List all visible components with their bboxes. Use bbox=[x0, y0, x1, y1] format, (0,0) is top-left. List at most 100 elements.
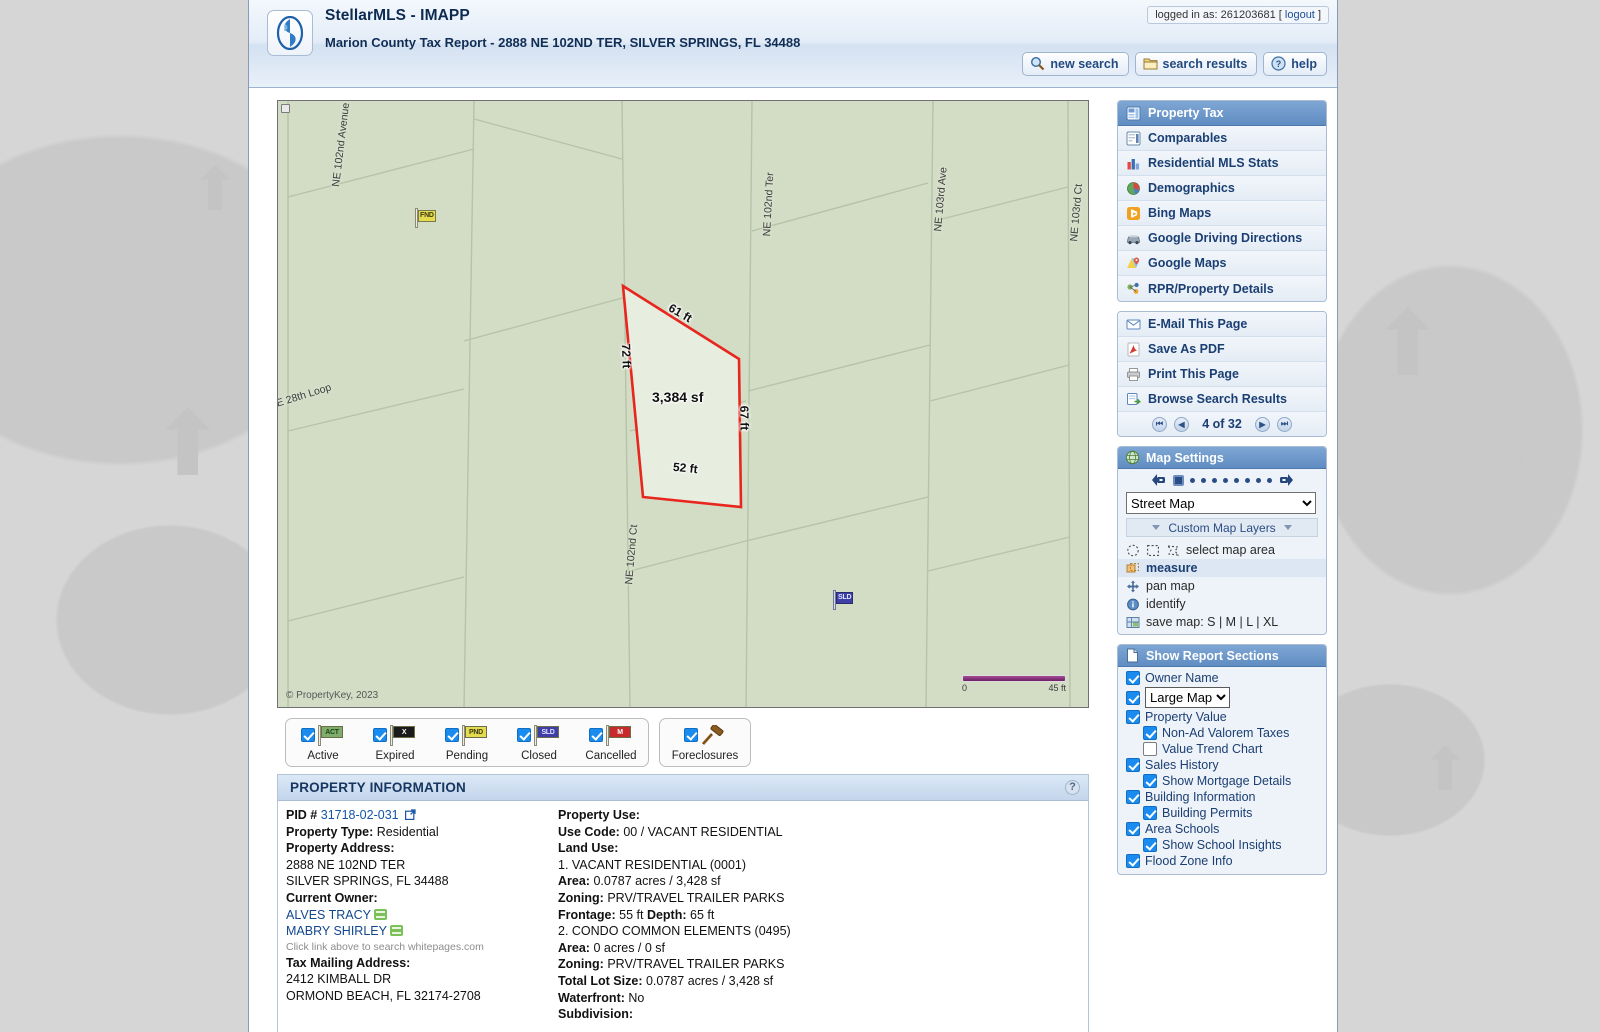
sidebar-item-demographics[interactable]: Demographics bbox=[1118, 176, 1326, 201]
foreclosures-checkbox[interactable] bbox=[684, 728, 698, 742]
pager-first-button[interactable]: ⏮ bbox=[1152, 417, 1167, 432]
building-permits-checkbox[interactable] bbox=[1143, 806, 1157, 820]
waterfront-line: Waterfront: No bbox=[558, 990, 1088, 1007]
email-this-page-item[interactable]: E-Mail This Page bbox=[1118, 312, 1326, 337]
section-toggle-show-school-insights[interactable]: Show School Insights bbox=[1118, 837, 1326, 853]
legend-item-closed[interactable]: SLD Closed bbox=[511, 725, 567, 762]
non-ad-valorem-taxes-checkbox[interactable] bbox=[1143, 726, 1157, 740]
section-toggle-owner-name[interactable]: Owner Name bbox=[1118, 670, 1326, 686]
flood-zone-info-checkbox[interactable] bbox=[1126, 854, 1140, 868]
zoning-value-1: PRV/TRAVEL TRAILER PARKS bbox=[607, 891, 784, 905]
owner-2-name[interactable]: MABRY SHIRLEY bbox=[286, 924, 387, 938]
active-checkbox[interactable] bbox=[301, 728, 315, 742]
pid-label: PID # bbox=[286, 808, 317, 822]
owner-1-name[interactable]: ALVES TRACY bbox=[286, 908, 371, 922]
save-as-pdf-item[interactable]: Save As PDF bbox=[1118, 337, 1326, 362]
external-link-icon[interactable] bbox=[405, 808, 416, 819]
pid-value[interactable]: 31718-02-031 bbox=[321, 808, 399, 822]
area-schools-checkbox[interactable] bbox=[1126, 822, 1140, 836]
pager-last-button[interactable]: ⏭ bbox=[1277, 417, 1292, 432]
section-toggle-map-size[interactable]: Large Map Small Map No Map bbox=[1118, 686, 1326, 709]
owner-name-checkbox[interactable] bbox=[1126, 671, 1140, 685]
zoom-level-dot[interactable] bbox=[1234, 478, 1239, 483]
sidebar-item-bing-maps[interactable]: Bing Maps bbox=[1118, 201, 1326, 226]
zoom-level-dot[interactable] bbox=[1267, 478, 1272, 483]
browse-search-results-item[interactable]: Browse Search Results bbox=[1118, 387, 1326, 412]
section-toggle-flood-zone-info[interactable]: Flood Zone Info bbox=[1118, 853, 1326, 869]
pending-checkbox[interactable] bbox=[445, 728, 459, 742]
legend-item-cancelled[interactable]: M Cancelled bbox=[583, 725, 639, 762]
zoom-level-dot[interactable] bbox=[1212, 478, 1217, 483]
select-map-area-row[interactable]: select map area bbox=[1118, 541, 1326, 559]
show-mortgage-details-checkbox[interactable] bbox=[1143, 774, 1157, 788]
section-toggle-sales-history[interactable]: Sales History bbox=[1118, 757, 1326, 773]
legend-item-pending[interactable]: PND Pending bbox=[439, 725, 495, 762]
legend-item-foreclosures[interactable]: Foreclosures bbox=[669, 725, 741, 762]
zoom-level-dot[interactable] bbox=[1223, 478, 1228, 483]
zoom-out-icon[interactable] bbox=[1151, 473, 1167, 487]
whitepages-icon[interactable] bbox=[374, 909, 387, 920]
section-toggle-property-value[interactable]: Property Value bbox=[1118, 709, 1326, 725]
show-school-insights-checkbox[interactable] bbox=[1143, 838, 1157, 852]
active-sign-label: ACT bbox=[321, 726, 343, 738]
section-toggle-building-permits[interactable]: Building Permits bbox=[1118, 805, 1326, 821]
parcel-map[interactable]: NE 102nd Avenue Rd E 28th Loop NE 102nd … bbox=[277, 100, 1089, 708]
logged-in-suffix: ] bbox=[1318, 9, 1321, 21]
pager-next-button[interactable]: ▶ bbox=[1255, 417, 1270, 432]
logout-link[interactable]: logout bbox=[1285, 9, 1315, 21]
section-toggle-non-ad-valorem-taxes[interactable]: Non-Ad Valorem Taxes bbox=[1118, 725, 1326, 741]
identify-row[interactable]: identify bbox=[1118, 595, 1326, 613]
rectangle-select-icon[interactable] bbox=[1146, 544, 1160, 557]
circle-select-icon[interactable] bbox=[1126, 544, 1140, 557]
section-toggle-area-schools[interactable]: Area Schools bbox=[1118, 821, 1326, 837]
basemap-select[interactable]: Street Map Aerial Map Hybrid Map Topo Ma… bbox=[1126, 492, 1316, 514]
building-information-checkbox[interactable] bbox=[1126, 790, 1140, 804]
legend-item-active[interactable]: ACT Active bbox=[295, 725, 351, 762]
custom-map-layers-toggle[interactable]: Custom Map Layers bbox=[1126, 518, 1318, 537]
search-results-button[interactable]: search results bbox=[1135, 52, 1258, 76]
closed-checkbox[interactable] bbox=[517, 728, 531, 742]
map-size-checkbox[interactable] bbox=[1126, 691, 1140, 705]
sidebar-item-google-maps[interactable]: Google Maps bbox=[1118, 251, 1326, 276]
property-information-body: PID # 31718-02-031 Property Type: Reside… bbox=[278, 801, 1088, 1023]
pending-pin-icon[interactable]: FND bbox=[414, 207, 438, 229]
closed-pin-icon[interactable]: SLD bbox=[832, 589, 856, 611]
backdrop-arrow-icon: ⬆ bbox=[1370, 300, 1445, 390]
map-resize-handle[interactable] bbox=[281, 104, 290, 113]
new-search-label: new search bbox=[1050, 57, 1118, 71]
legend-item-expired[interactable]: X Expired bbox=[367, 725, 423, 762]
sidebar-item-comparables[interactable]: Comparables bbox=[1118, 126, 1326, 151]
zoom-level-dot[interactable] bbox=[1256, 478, 1261, 483]
zoom-level-dot[interactable] bbox=[1190, 478, 1195, 483]
sidebar-item-rpr-property-details[interactable]: RPR/Property Details bbox=[1118, 276, 1326, 301]
section-toggle-building-information[interactable]: Building Information bbox=[1118, 789, 1326, 805]
cancelled-checkbox[interactable] bbox=[589, 728, 603, 742]
help-button[interactable]: ? help bbox=[1263, 52, 1327, 76]
section-toggle-show-mortgage-details[interactable]: Show Mortgage Details bbox=[1118, 773, 1326, 789]
expired-checkbox[interactable] bbox=[373, 728, 387, 742]
section-help-icon[interactable]: ? bbox=[1065, 780, 1080, 795]
zoom-in-icon[interactable] bbox=[1278, 473, 1294, 487]
pager-prev-button[interactable]: ◀ bbox=[1174, 417, 1189, 432]
zoom-level-strip[interactable] bbox=[1118, 469, 1326, 489]
legend-label: Closed bbox=[521, 750, 557, 762]
zoom-level-current[interactable] bbox=[1173, 475, 1184, 486]
save-map-row[interactable]: save map: S | M | L | XL bbox=[1118, 613, 1326, 634]
whitepages-icon[interactable] bbox=[390, 925, 403, 936]
sidebar-item-property-tax[interactable]: Property Tax bbox=[1118, 101, 1326, 126]
new-search-button[interactable]: new search bbox=[1022, 52, 1128, 76]
sidebar-item-google-driving-directions[interactable]: Google Driving Directions bbox=[1118, 226, 1326, 251]
property-value-checkbox[interactable] bbox=[1126, 710, 1140, 724]
zoom-level-dot[interactable] bbox=[1201, 478, 1206, 483]
section-toggle-value-trend-chart[interactable]: Value Trend Chart bbox=[1118, 741, 1326, 757]
foreclosures-legend-box: Foreclosures bbox=[659, 718, 751, 767]
sidebar-item-residential-mls-stats[interactable]: Residential MLS Stats bbox=[1118, 151, 1326, 176]
pan-map-row[interactable]: pan map bbox=[1118, 577, 1326, 595]
polygon-select-icon[interactable] bbox=[1166, 544, 1180, 557]
map-size-select[interactable]: Large Map Small Map No Map bbox=[1145, 687, 1230, 708]
print-this-page-item[interactable]: Print This Page bbox=[1118, 362, 1326, 387]
value-trend-chart-checkbox[interactable] bbox=[1143, 742, 1157, 756]
measure-tool-row[interactable]: measure bbox=[1118, 559, 1326, 577]
zoom-level-dot[interactable] bbox=[1245, 478, 1250, 483]
sales-history-checkbox[interactable] bbox=[1126, 758, 1140, 772]
